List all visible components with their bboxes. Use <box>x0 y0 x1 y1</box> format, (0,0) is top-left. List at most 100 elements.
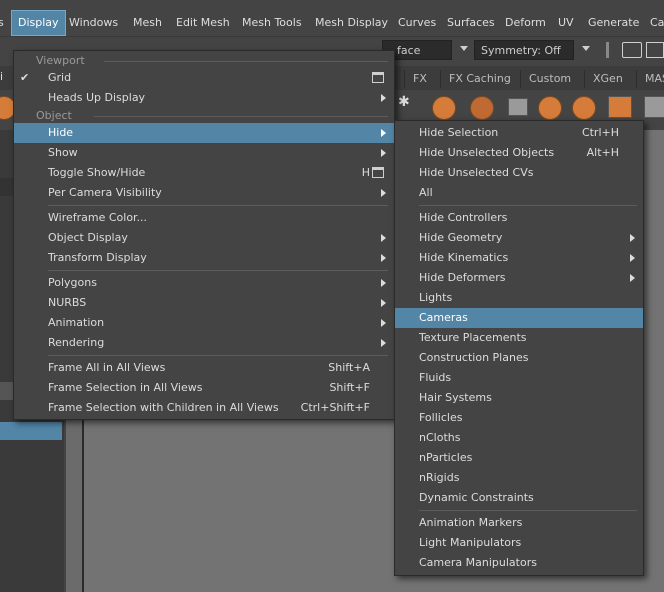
menu-deform[interactable]: Deform <box>505 14 546 32</box>
menu-item-hide-geometry[interactable]: Hide Geometry <box>395 228 643 248</box>
selected-row[interactable] <box>0 422 62 440</box>
rotate-icon[interactable] <box>572 96 596 120</box>
menu-item-rendering[interactable]: Rendering <box>14 333 394 353</box>
left-truncated-label: i <box>0 70 4 83</box>
submenu-arrow-icon <box>630 274 635 282</box>
menu-windows[interactable]: Windows <box>69 14 118 32</box>
menu-item-show[interactable]: Show <box>14 143 394 163</box>
menu-item-frame-all[interactable]: Frame All in All Views Shift+A <box>14 358 394 378</box>
menu-item-construction-planes[interactable]: Construction Planes <box>395 348 643 368</box>
menu-item-hair-systems[interactable]: Hair Systems <box>395 388 643 408</box>
menu-item-per-camera-visibility[interactable]: Per Camera Visibility <box>14 183 394 203</box>
menu-item-object-display[interactable]: Object Display <box>14 228 394 248</box>
menu-item-animation-markers[interactable]: Animation Markers <box>395 513 643 533</box>
submenu-arrow-icon <box>381 94 386 102</box>
render-settings-icon[interactable] <box>646 42 664 58</box>
submenu-arrow-icon <box>381 279 386 287</box>
menu-item-hide-controllers[interactable]: Hide Controllers <box>395 208 643 228</box>
menu-truncated-left[interactable]: s <box>0 14 8 32</box>
menu-item-ncloths[interactable]: nCloths <box>395 428 643 448</box>
render-icon[interactable] <box>622 42 642 58</box>
menu-item-light-manipulators[interactable]: Light Manipulators <box>395 533 643 553</box>
torus-icon[interactable] <box>470 96 494 120</box>
chevron-down-icon[interactable] <box>582 46 590 51</box>
menu-item-hide-unselected-cvs[interactable]: Hide Unselected CVs <box>395 163 643 183</box>
menu-edit-mesh[interactable]: Edit Mesh <box>176 14 230 32</box>
deformer-icon[interactable] <box>538 96 562 120</box>
menu-item-frame-selection[interactable]: Frame Selection in All Views Shift+F <box>14 378 394 398</box>
display-menu: Viewport ✔ Grid Heads Up Display Object … <box>13 50 395 420</box>
divider <box>48 270 388 271</box>
shelf-icon-extra[interactable] <box>644 96 664 118</box>
menu-item-all[interactable]: All <box>395 183 643 203</box>
divider <box>104 61 388 62</box>
chevron-down-icon[interactable] <box>460 46 468 51</box>
menu-item-hide-deformers[interactable]: Hide Deformers <box>395 268 643 288</box>
grid-icon[interactable] <box>608 96 632 118</box>
cube-icon[interactable] <box>508 98 528 116</box>
option-box-icon[interactable] <box>372 167 384 178</box>
menu-item-animation[interactable]: Animation <box>14 313 394 333</box>
submenu-arrow-icon <box>381 319 386 327</box>
menu-item-hide-unselected-objects[interactable]: Hide Unselected Objects Alt+H <box>395 143 643 163</box>
menu-item-hide-kinematics[interactable]: Hide Kinematics <box>395 248 643 268</box>
tab-xgen[interactable]: XGen <box>584 70 631 88</box>
submenu-arrow-icon <box>630 234 635 242</box>
tab-mas[interactable]: MAS <box>636 70 664 88</box>
divider <box>48 205 388 206</box>
tab-fx[interactable]: FX <box>404 70 435 88</box>
menu-mesh-display[interactable]: Mesh Display <box>315 14 388 32</box>
sphere-icon[interactable] <box>432 96 456 120</box>
menu-item-lights[interactable]: Lights <box>395 288 643 308</box>
menu-item-nparticles[interactable]: nParticles <box>395 448 643 468</box>
menu-surfaces[interactable]: Surfaces <box>447 14 495 32</box>
divider <box>419 205 637 206</box>
symmetry-dropdown[interactable]: Symmetry: Off <box>474 40 574 60</box>
divider <box>94 116 388 117</box>
hide-submenu: Hide Selection Ctrl+H Hide Unselected Ob… <box>394 120 644 576</box>
menu-item-frame-selection-children[interactable]: Frame Selection with Children in All Vie… <box>14 398 394 418</box>
menu-item-toggle-show-hide[interactable]: Toggle Show/Hide H <box>14 163 394 183</box>
menu-item-hide[interactable]: Hide <box>14 123 394 143</box>
submenu-arrow-icon <box>381 149 386 157</box>
check-icon: ✔ <box>20 71 30 84</box>
menu-item-cameras[interactable]: Cameras <box>395 308 643 328</box>
menu-item-nrigids[interactable]: nRigids <box>395 468 643 488</box>
toolbar-divider <box>606 42 609 58</box>
tab-fx-caching[interactable]: FX Caching <box>440 70 519 88</box>
submenu-arrow-icon <box>381 189 386 197</box>
menu-item-follicles[interactable]: Follicles <box>395 408 643 428</box>
menu-mesh-tools[interactable]: Mesh Tools <box>242 14 302 32</box>
menu-item-grid[interactable]: ✔ Grid <box>14 68 394 88</box>
main-menubar: s Display Windows Mesh Edit Mesh Mesh To… <box>0 0 664 40</box>
divider <box>48 355 388 356</box>
tab-custom[interactable]: Custom <box>520 70 579 88</box>
snowflake-icon[interactable]: ✱ <box>398 94 410 110</box>
submenu-arrow-icon <box>630 254 635 262</box>
section-object: Object <box>36 109 72 122</box>
menu-display[interactable]: Display <box>11 10 66 36</box>
submenu-arrow-icon <box>381 299 386 307</box>
menu-item-camera-manipulators[interactable]: Camera Manipulators <box>395 553 643 573</box>
submenu-arrow-icon <box>381 339 386 347</box>
menu-item-polygons[interactable]: Polygons <box>14 273 394 293</box>
menu-mesh[interactable]: Mesh <box>133 14 162 32</box>
menu-truncated-right[interactable]: Ca <box>650 14 664 32</box>
menu-item-dynamic-constraints[interactable]: Dynamic Constraints <box>395 488 643 508</box>
menu-item-texture-placements[interactable]: Texture Placements <box>395 328 643 348</box>
menu-item-heads-up-display[interactable]: Heads Up Display <box>14 88 394 108</box>
menu-generate[interactable]: Generate <box>588 14 639 32</box>
section-viewport: Viewport <box>36 54 85 67</box>
menu-item-wireframe-color[interactable]: Wireframe Color... <box>14 208 394 228</box>
menu-item-nurbs[interactable]: NURBS <box>14 293 394 313</box>
divider <box>419 510 637 511</box>
menu-uv[interactable]: UV <box>558 14 574 32</box>
submenu-arrow-icon <box>381 129 386 137</box>
menu-item-fluids[interactable]: Fluids <box>395 368 643 388</box>
submenu-arrow-icon <box>381 254 386 262</box>
menu-curves[interactable]: Curves <box>398 14 436 32</box>
option-box-icon[interactable] <box>372 72 384 83</box>
submenu-arrow-icon <box>381 234 386 242</box>
menu-item-transform-display[interactable]: Transform Display <box>14 248 394 268</box>
menu-item-hide-selection[interactable]: Hide Selection Ctrl+H <box>395 123 643 143</box>
